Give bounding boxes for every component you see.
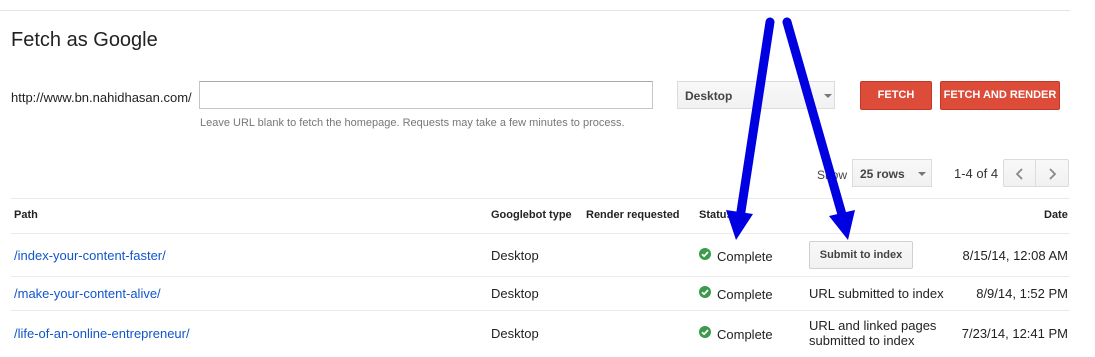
check-circle-icon xyxy=(699,248,711,260)
row-divider xyxy=(11,276,1070,277)
row-3-date: 7/23/14, 12:41 PM xyxy=(961,326,1068,341)
url-hint: Leave URL blank to fetch the homepage. R… xyxy=(200,117,625,129)
next-page-button[interactable] xyxy=(1036,159,1069,187)
chevron-right-icon xyxy=(1049,168,1057,180)
url-input[interactable] xyxy=(199,81,653,109)
page-title: Fetch as Google xyxy=(11,29,158,51)
rows-per-page-value: 25 rows xyxy=(860,167,905,181)
device-select[interactable]: Desktop xyxy=(677,81,835,109)
row-2-path-link[interactable]: /make-your-content-alive/ xyxy=(14,286,161,301)
row-3-status: Complete xyxy=(717,327,773,342)
row-1-path-link[interactable]: /index-your-content-faster/ xyxy=(14,248,166,263)
table-top-divider xyxy=(11,198,1070,199)
annotation-arrow-submit xyxy=(782,17,848,223)
header-path: Path xyxy=(14,209,38,221)
device-select-value: Desktop xyxy=(685,89,733,103)
row-1-status: Complete xyxy=(717,249,773,264)
show-label: Show xyxy=(817,168,848,182)
header-googlebot-type: Googlebot type xyxy=(491,209,572,221)
annotation-arrow-status xyxy=(735,17,775,223)
fetch-and-render-button[interactable]: FETCH AND RENDER xyxy=(940,81,1060,110)
row-2-date: 8/9/14, 1:52 PM xyxy=(976,286,1068,301)
top-divider xyxy=(0,10,1070,11)
header-render-requested: Render requested xyxy=(586,209,680,221)
header-date: Date xyxy=(1044,209,1068,221)
annotation-arrowhead-submit xyxy=(829,210,855,240)
row-2-status: Complete xyxy=(717,287,773,302)
row-3-path-link[interactable]: /life-of-an-online-entrepreneur/ xyxy=(14,326,190,341)
caret-down-icon xyxy=(918,172,926,176)
url-prefix: http://www.bn.nahidhasan.com/ xyxy=(11,90,192,105)
header-divider xyxy=(11,233,1070,234)
chevron-left-icon xyxy=(1015,168,1023,180)
submit-to-index-button[interactable]: Submit to index xyxy=(809,241,913,269)
prev-page-button[interactable] xyxy=(1003,159,1036,187)
row-2-googlebot-type: Desktop xyxy=(491,286,539,301)
check-circle-icon xyxy=(699,326,711,338)
row-1-date: 8/15/14, 12:08 AM xyxy=(962,248,1068,263)
rows-per-page-select[interactable]: 25 rows xyxy=(852,159,932,187)
caret-down-icon xyxy=(824,94,832,98)
header-status: Status xyxy=(699,209,733,221)
row-divider xyxy=(11,310,1070,311)
fetch-button[interactable]: FETCH xyxy=(860,81,932,110)
check-circle-icon xyxy=(699,286,711,298)
row-3-googlebot-type: Desktop xyxy=(491,326,539,341)
row-1-googlebot-type: Desktop xyxy=(491,248,539,263)
pagination-range: 1-4 of 4 xyxy=(954,166,999,181)
